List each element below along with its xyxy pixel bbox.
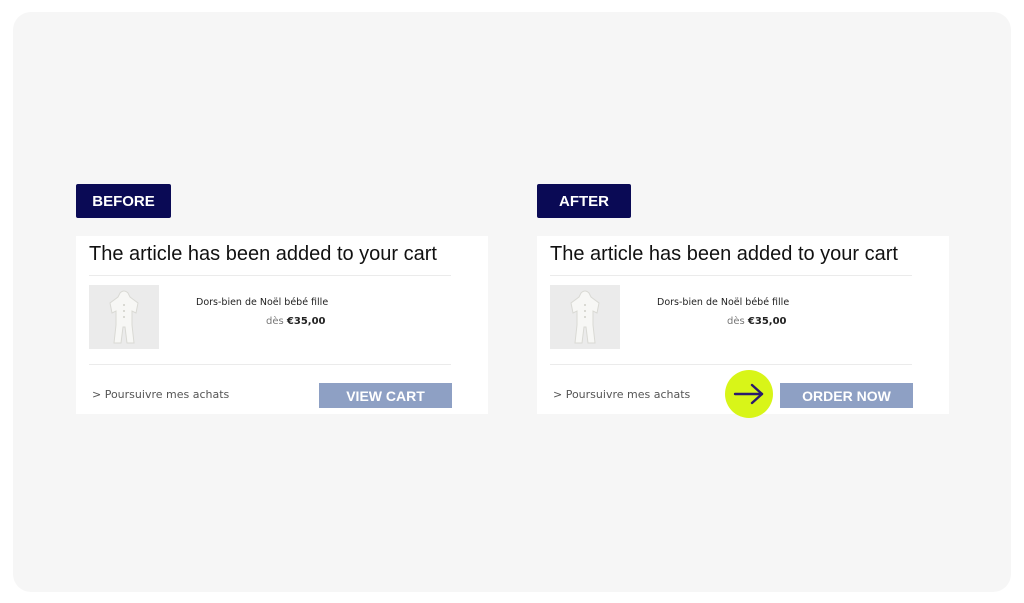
divider [550, 364, 912, 365]
price-prefix: dès [727, 316, 745, 327]
after-badge: AFTER [537, 184, 631, 218]
product-price: dès €35,00 [727, 316, 787, 327]
cart-confirmation-title: The article has been added to your cart [89, 243, 437, 265]
price-value: €35,00 [286, 316, 326, 327]
product-name[interactable]: Dors-bien de Noël bébé fille [196, 297, 328, 308]
divider [89, 364, 451, 365]
price-prefix: dès [266, 316, 284, 327]
continue-shopping-link[interactable]: > Poursuivre mes achats [92, 388, 229, 401]
divider [550, 275, 912, 276]
product-thumbnail[interactable] [550, 285, 620, 349]
price-value: €35,00 [747, 316, 787, 327]
product-price: dès €35,00 [266, 316, 326, 327]
before-cart-modal: The article has been added to your cart … [76, 236, 488, 414]
product-name[interactable]: Dors-bien de Noël bébé fille [657, 297, 789, 308]
baby-sleepsuit-image [109, 290, 139, 344]
before-badge: BEFORE [76, 184, 171, 218]
view-cart-button[interactable]: VIEW CART [319, 383, 452, 408]
continue-shopping-link[interactable]: > Poursuivre mes achats [553, 388, 690, 401]
order-now-button[interactable]: ORDER NOW [780, 383, 913, 408]
arrow-right-icon [725, 370, 773, 418]
baby-sleepsuit-image [570, 290, 600, 344]
product-thumbnail[interactable] [89, 285, 159, 349]
divider [89, 275, 451, 276]
after-cart-modal: The article has been added to your cart … [537, 236, 949, 418]
arrow-right-glyph [733, 383, 764, 405]
cart-confirmation-title: The article has been added to your cart [550, 243, 898, 265]
